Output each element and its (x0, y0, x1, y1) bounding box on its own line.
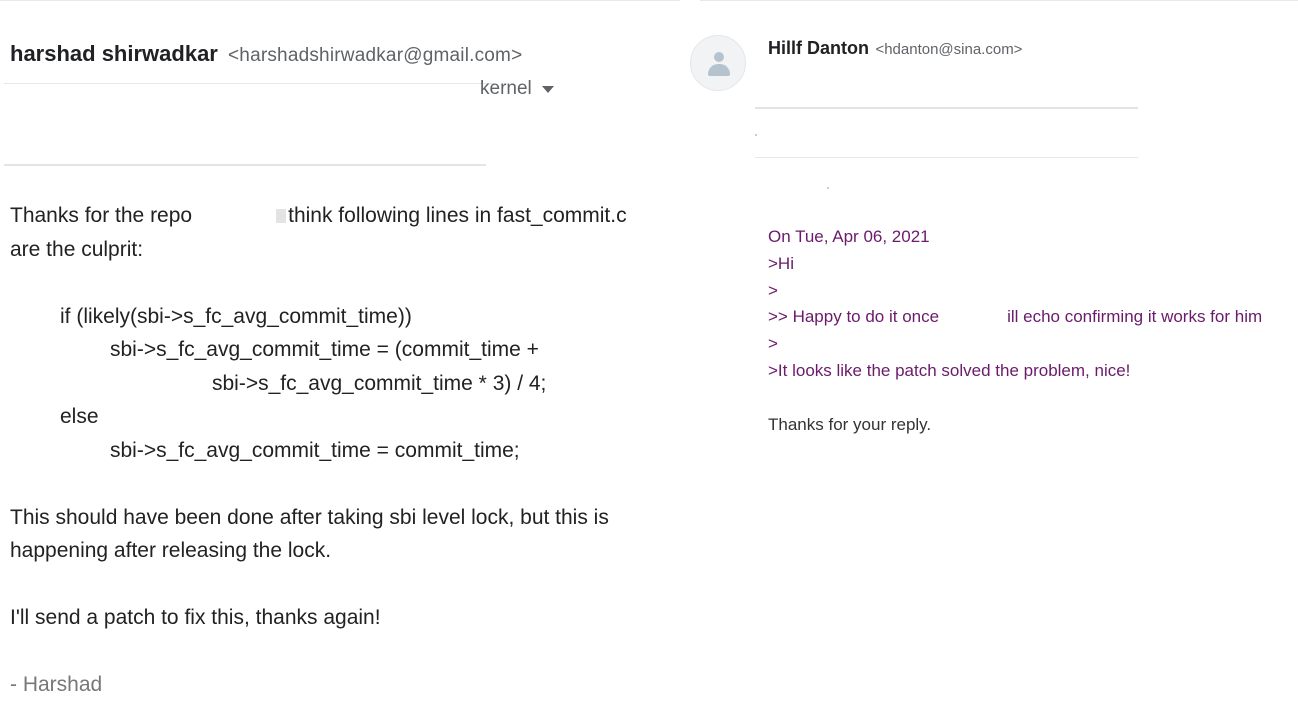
quote-line: >> Happy to do it once ill echo confirmin… (768, 304, 1298, 331)
body-line: Thanks for the repo think following lines… (10, 199, 675, 233)
reply-text: Thanks for your reply. (768, 414, 932, 434)
body-text: Thanks for the repo (10, 204, 193, 227)
body-line: This should have been done after taking … (10, 505, 609, 529)
redacted-region (939, 308, 1008, 325)
message-body: Thanks for the repo think following lines… (10, 199, 675, 702)
header-bottom-divider (4, 164, 486, 166)
signature: - Harshad (10, 673, 103, 696)
body-line: are the culprit: (10, 237, 144, 261)
header-divider (755, 157, 1138, 158)
sender-name[interactable]: Hillf Danton (768, 38, 869, 58)
header-divider (4, 83, 494, 84)
sender-line: harshad shirwadkar <harshadshirwadkar@gm… (10, 40, 522, 70)
quote-line: >Hi (768, 253, 794, 273)
speck (827, 187, 829, 189)
body-line: happening after releasing the lock. (10, 539, 332, 562)
sender-email: <harshadshirwadkar@gmail.com> (228, 45, 523, 66)
code-line: sbi->s_fc_avg_commit_time * 3) / 4; (212, 371, 547, 395)
sender-email: <hdanton@sina.com> (875, 41, 1023, 58)
code-line: sbi->s_fc_avg_commit_time = (commit_time… (110, 338, 539, 361)
recipients-toggle[interactable]: kernel (480, 77, 554, 101)
message-body: On Tue, Apr 06, 2021 >Hi > >> Happy to d… (768, 224, 1298, 438)
speck (755, 134, 757, 136)
caret-down-icon[interactable] (541, 85, 554, 93)
person-avatar-icon[interactable] (690, 35, 746, 91)
quote-text: >> Happy to do it once (768, 307, 940, 327)
quote-line: > (768, 280, 778, 300)
top-divider (700, 0, 1298, 1)
body-text: think following lines in fast_commit.c (288, 204, 627, 227)
quote-line: >It looks like the patch solved the prob… (768, 360, 1131, 380)
left-email-pane: harshad shirwadkar <harshadshirwadkar@gm… (0, 0, 680, 716)
sender-name[interactable]: harshad shirwadkar (10, 41, 218, 66)
code-line: sbi->s_fc_avg_commit_time = commit_time; (110, 438, 520, 462)
redacted-region (192, 205, 289, 225)
quote-line: > (768, 334, 778, 354)
quote-text: ill echo confirming it works for him (1007, 307, 1263, 327)
top-divider (0, 0, 680, 1)
code-line: else (60, 405, 99, 428)
body-line: I'll send a patch to fix this, thanks ag… (10, 606, 381, 629)
header-divider (755, 107, 1138, 109)
recipients-label: kernel (480, 78, 532, 99)
quote-header: On Tue, Apr 06, 2021 (768, 227, 930, 246)
sender-line: Hillf Danton <hdanton@sina.com> (768, 37, 1022, 61)
code-line: if (likely(sbi->s_fc_avg_commit_time)) (60, 304, 412, 328)
right-email-pane: Hillf Danton <hdanton@sina.com> On Tue, … (680, 0, 1298, 716)
